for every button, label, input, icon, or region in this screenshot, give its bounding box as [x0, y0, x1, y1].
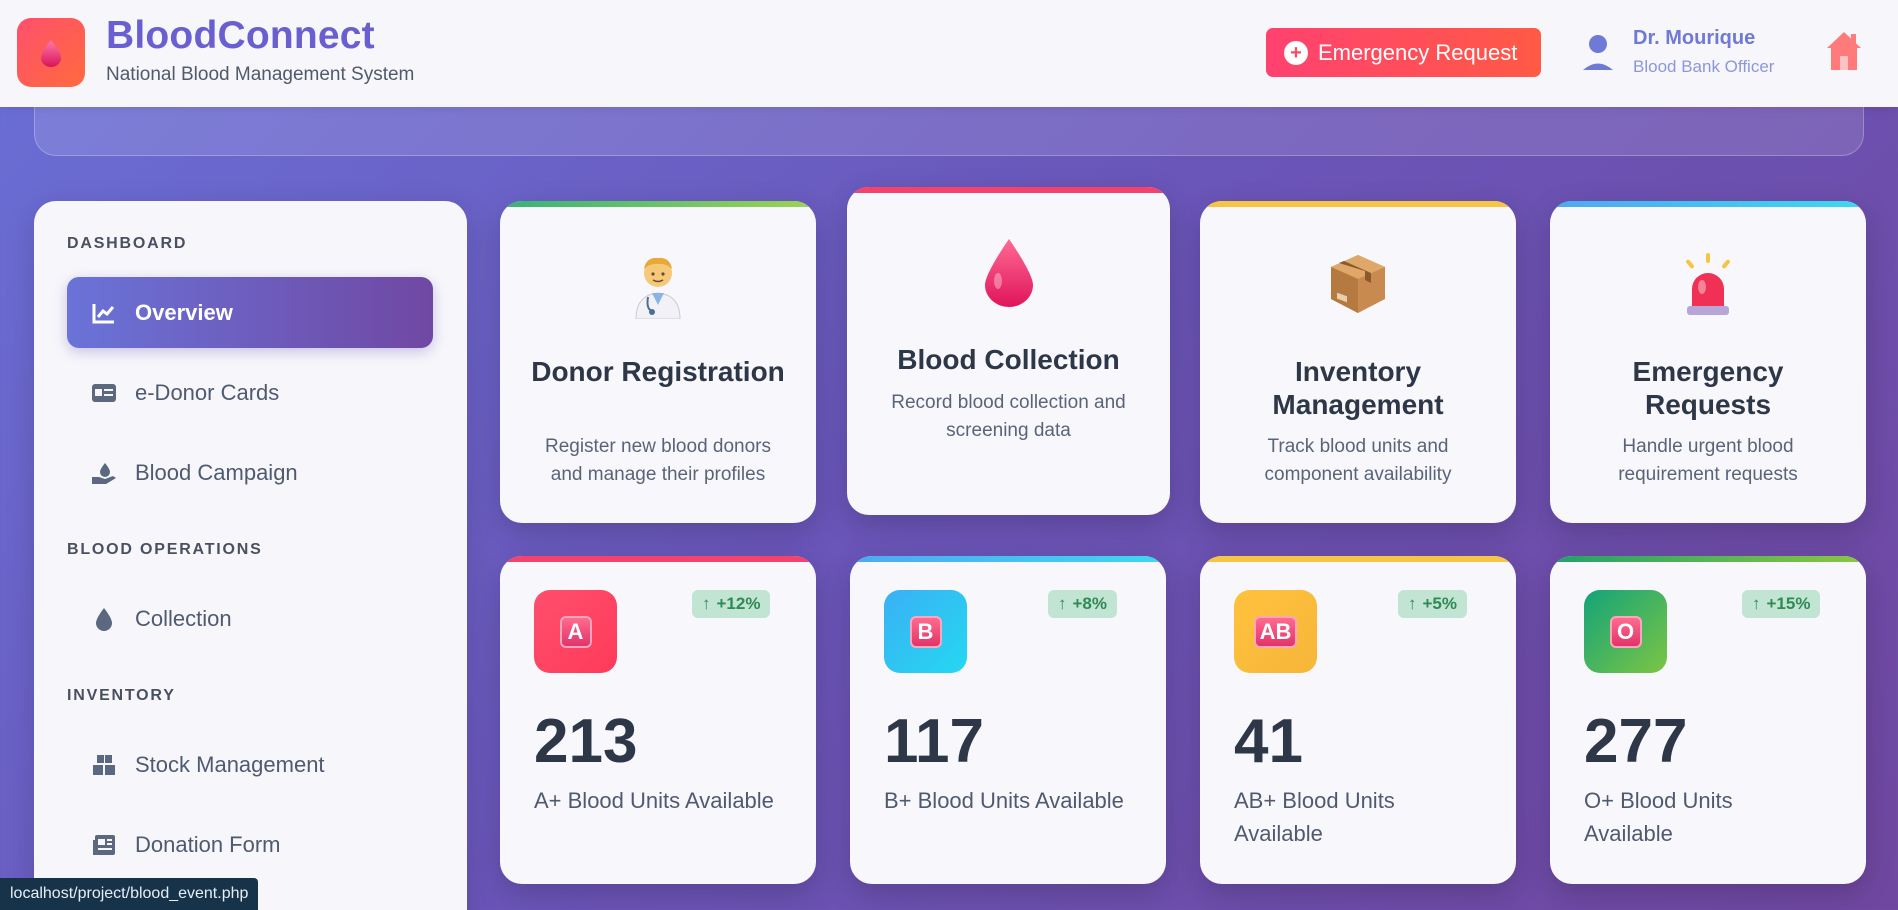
card-donor-registration[interactable]: Donor Registration Register new blood do… [500, 201, 816, 523]
arrow-up-icon: ↑ [1408, 594, 1417, 613]
card-blood-collection[interactable]: Blood Collection Record blood collection… [847, 187, 1170, 515]
user-name: Dr. Mourique [1633, 27, 1756, 49]
user-icon[interactable] [1580, 33, 1616, 71]
blood-drop-icon [847, 237, 1170, 309]
sidebar-item-blood-campaign[interactable]: Blood Campaign [67, 437, 433, 508]
sidebar-item-collection[interactable]: Collection [67, 583, 433, 654]
card-accent-bar [1550, 556, 1866, 562]
unit-label: A+ Blood Units Available [534, 788, 774, 813]
boxes-icon [91, 752, 117, 778]
section-inventory: INVENTORY [67, 687, 176, 704]
sidebar-item-label: Stock Management [135, 751, 325, 777]
unit-label: AB+ Blood Units Available [1234, 788, 1395, 846]
sidebar-item-e-donor-cards[interactable]: e-Donor Cards [67, 357, 433, 428]
sidebar-item-label: e-Donor Cards [135, 379, 280, 405]
unit-label: O+ Blood Units Available [1584, 788, 1733, 846]
card-accent-bar [500, 201, 816, 207]
stat-card-o-plus[interactable]: O ↑ +15% 277 O+ Blood Units Available [1550, 556, 1866, 884]
trend-badge: ↑ +15% [1742, 590, 1821, 618]
id-card-icon [91, 380, 117, 406]
card-description: Register new blood donors and manage the… [544, 436, 772, 485]
sidebar-item-label: Overview [135, 299, 233, 325]
trend-badge: ↑ +8% [1048, 590, 1117, 618]
stat-card-ab-plus[interactable]: AB ↑ +5% 41 AB+ Blood Units Available [1200, 556, 1516, 884]
home-icon[interactable] [1825, 28, 1863, 74]
sidebar-item-label: Donation Form [135, 831, 281, 857]
card-accent-bar [1200, 201, 1516, 207]
card-title: Emergency Requests [1632, 356, 1784, 420]
blood-type-letter: A [559, 615, 592, 648]
card-accent-bar [850, 556, 1166, 562]
unit-count: 277 [1584, 707, 1688, 776]
section-blood-operations: BLOOD OPERATIONS [67, 541, 263, 558]
blood-type-letter: B [909, 615, 942, 648]
blood-type-badge: B [884, 590, 967, 673]
droplet-icon [91, 606, 117, 632]
doctor-icon [500, 249, 816, 319]
sidebar-item-label: Collection [135, 605, 232, 631]
blood-type-letter: AB [1253, 615, 1298, 648]
trend-value: +5% [1422, 594, 1458, 613]
blood-type-badge: O [1584, 590, 1667, 673]
trend-value: +12% [716, 594, 761, 613]
card-accent-bar [1550, 201, 1866, 207]
brand-title: BloodConnect [106, 14, 375, 57]
status-bar-url: localhost/project/blood_event.php [0, 878, 259, 910]
sidebar-item-stock-management[interactable]: Stock Management [67, 729, 433, 800]
plus-circle-icon: + [1284, 40, 1308, 65]
emergency-request-button[interactable]: + Emergency Request [1266, 28, 1541, 77]
sidebar-item-donation-form[interactable]: Donation Form [67, 809, 433, 880]
trend-badge: ↑ +5% [1398, 590, 1467, 618]
sidebar-item-overview[interactable]: Overview [67, 277, 433, 348]
sidebar: DASHBOARD Overview e-Donor Cards Blood C… [34, 201, 467, 910]
card-accent-bar [847, 187, 1170, 193]
card-emergency-requests[interactable]: Emergency Requests Handle urgent blood r… [1550, 201, 1866, 523]
card-title: Donor Registration [531, 356, 785, 387]
section-dashboard: DASHBOARD [67, 235, 188, 252]
card-title: Blood Collection [897, 344, 1120, 375]
card-description: Track blood units and component availabi… [1264, 436, 1452, 485]
arrow-up-icon: ↑ [1058, 594, 1067, 613]
card-inventory-management[interactable]: Inventory Management Track blood units a… [1200, 201, 1516, 523]
card-description: Record blood collection and screening da… [891, 392, 1126, 441]
top-header: BloodConnect National Blood Management S… [0, 0, 1898, 107]
sidebar-item-label: Blood Campaign [135, 459, 298, 485]
hand-holding-droplet-icon [91, 460, 117, 486]
trend-value: +8% [1072, 594, 1108, 613]
trend-value: +15% [1766, 594, 1811, 613]
unit-label: B+ Blood Units Available [884, 788, 1124, 813]
siren-icon [1550, 251, 1866, 317]
blood-type-badge: A [534, 590, 617, 673]
blood-drop-icon [41, 39, 61, 67]
blood-type-letter: O [1609, 615, 1642, 648]
blood-type-badge: AB [1234, 590, 1317, 673]
package-icon [1200, 251, 1516, 317]
card-title: Inventory Management [1272, 356, 1444, 420]
card-accent-bar [500, 556, 816, 562]
brand-subtitle: National Blood Management System [106, 64, 415, 85]
newspaper-icon [91, 832, 117, 858]
card-description: Handle urgent blood requirement requests [1618, 436, 1798, 485]
logo[interactable] [17, 18, 85, 87]
arrow-up-icon: ↑ [1752, 594, 1761, 613]
unit-count: 41 [1234, 707, 1303, 776]
user-role: Blood Bank Officer [1633, 57, 1775, 76]
unit-count: 213 [534, 707, 638, 776]
stat-card-b-plus[interactable]: B ↑ +8% 117 B+ Blood Units Available [850, 556, 1166, 884]
chart-line-icon [91, 300, 117, 326]
unit-count: 117 [884, 707, 985, 776]
stat-card-a-plus[interactable]: A ↑ +12% 213 A+ Blood Units Available [500, 556, 816, 884]
trend-badge: ↑ +12% [692, 590, 771, 618]
card-accent-bar [1200, 556, 1516, 562]
emergency-request-label: Emergency Request [1318, 39, 1518, 65]
arrow-up-icon: ↑ [702, 594, 711, 613]
